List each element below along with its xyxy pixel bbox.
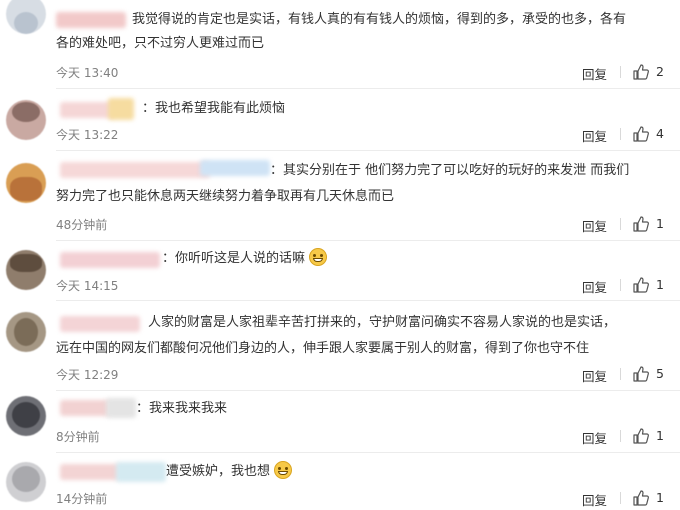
- username-blurred[interactable]: [60, 464, 120, 480]
- avatar[interactable]: [6, 462, 46, 502]
- divider: [56, 452, 680, 453]
- divider: [620, 430, 621, 442]
- divider: [56, 390, 680, 391]
- divider: [620, 368, 621, 380]
- divider: [620, 279, 621, 291]
- thumbs-up-icon[interactable]: [632, 63, 650, 81]
- divider: [56, 88, 680, 89]
- avatar[interactable]: [6, 0, 46, 34]
- thumbs-up-icon[interactable]: [632, 427, 650, 445]
- comment-text: 各的难处吧，只不过穷人更难过而已: [56, 36, 265, 51]
- thumbs-up-icon[interactable]: [632, 365, 650, 383]
- like-count: 1: [656, 490, 664, 505]
- username-blurred[interactable]: [60, 102, 115, 118]
- comment-text: ：我来我来我来: [136, 401, 228, 416]
- avatar[interactable]: [6, 312, 46, 352]
- like-count: 4: [656, 126, 664, 141]
- comment-text: ：你听听这是人说的话嘛: [162, 248, 662, 270]
- sweat-smile-emoji: [309, 248, 328, 266]
- divider: [56, 300, 680, 301]
- divider: [620, 492, 621, 504]
- grin-emoji: [274, 461, 293, 479]
- timestamp: 今天 14:15: [56, 279, 119, 293]
- reply-button[interactable]: 回复: [582, 366, 607, 385]
- thumbs-up-icon[interactable]: [632, 276, 650, 294]
- avatar[interactable]: [6, 100, 46, 140]
- comment-text: 我觉得说的肯定也是实话，有钱人真的有有钱人的烦恼，得到的多，承受的也多，各有: [132, 12, 627, 27]
- comment-text: 远在中国的网友们都酸何况他们身边的人，伸手跟人家要属于别人的财富，得到了你也守不…: [56, 341, 590, 356]
- reply-button[interactable]: 回复: [582, 490, 607, 509]
- divider: [620, 66, 621, 78]
- avatar[interactable]: [6, 250, 46, 290]
- username-blurred[interactable]: [56, 12, 126, 28]
- divider: [56, 150, 680, 151]
- username-blurred[interactable]: [60, 252, 160, 268]
- comment-text: 遭受嫉妒，我也想: [166, 461, 662, 483]
- thumbs-up-icon[interactable]: [632, 125, 650, 143]
- username-blurred[interactable]: [108, 98, 134, 120]
- avatar[interactable]: [6, 163, 46, 203]
- thumbs-up-icon[interactable]: [632, 215, 650, 233]
- comment-text: ：其实分别在于 他们努力完了可以吃好的玩好的来发泄 而我们: [270, 163, 630, 178]
- comment-text: ：你听听这是人说的话嘛: [162, 251, 306, 266]
- reply-button[interactable]: 回复: [582, 428, 607, 447]
- like-count: 1: [656, 428, 664, 443]
- like-count: 1: [656, 277, 664, 292]
- username-blurred[interactable]: [200, 160, 270, 176]
- comment-text: ：我也希望我能有此烦恼: [142, 101, 286, 116]
- reply-button[interactable]: 回复: [582, 126, 607, 145]
- like-count: 1: [656, 216, 664, 231]
- username-blurred[interactable]: [60, 162, 210, 178]
- comment-text: 人家的财富是人家祖辈辛苦打拼来的，守护财富问确实不容易人家说的也是实话，: [148, 315, 617, 330]
- thumbs-up-icon[interactable]: [632, 489, 650, 507]
- like-count: 2: [656, 64, 664, 79]
- timestamp: 14分钟前: [56, 492, 108, 506]
- timestamp: 今天 13:40: [56, 66, 119, 80]
- reply-button[interactable]: 回复: [582, 277, 607, 296]
- avatar[interactable]: [6, 396, 46, 436]
- timestamp: 8分钟前: [56, 430, 100, 444]
- username-blurred[interactable]: [106, 398, 136, 418]
- reply-button[interactable]: 回复: [582, 216, 607, 235]
- reply-button[interactable]: 回复: [582, 64, 607, 83]
- comment-text: 努力完了也只能休息两天继续努力着争取再有几天休息而已: [56, 189, 395, 204]
- username-blurred[interactable]: [116, 462, 166, 482]
- timestamp: 48分钟前: [56, 218, 108, 232]
- username-blurred[interactable]: [60, 400, 110, 416]
- divider: [620, 218, 621, 230]
- divider: [620, 128, 621, 140]
- timestamp: 今天 12:29: [56, 368, 119, 382]
- comment-text: 遭受嫉妒，我也想: [166, 464, 271, 479]
- username-blurred[interactable]: [60, 316, 140, 332]
- divider: [56, 240, 680, 241]
- timestamp: 今天 13:22: [56, 128, 119, 142]
- like-count: 5: [656, 366, 664, 381]
